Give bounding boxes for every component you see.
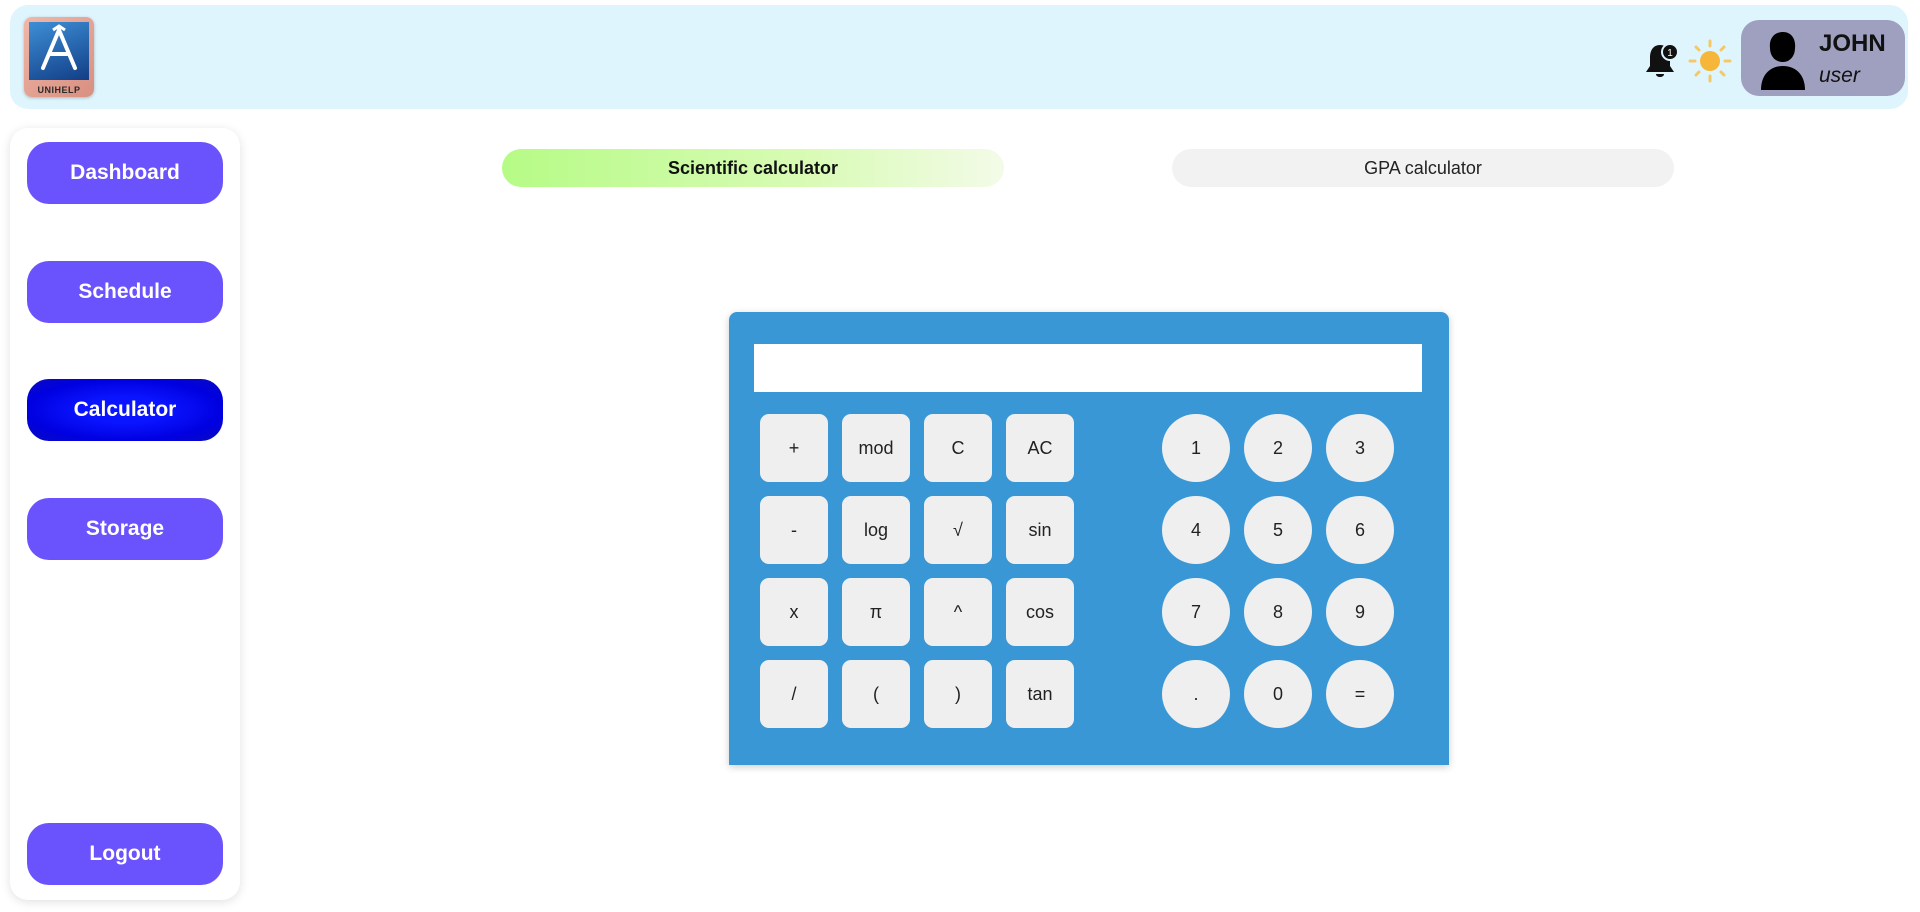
key-all-clear[interactable]: AC (1006, 414, 1074, 482)
key-close-paren[interactable]: ) (924, 660, 992, 728)
key-sqrt[interactable]: √ (924, 496, 992, 564)
key-tan[interactable]: tan (1006, 660, 1074, 728)
scientific-calculator: + mod C AC - log √ sin x π ^ cos / ( ) t… (729, 312, 1449, 765)
key-open-paren[interactable]: ( (842, 660, 910, 728)
tab-scientific-calculator[interactable]: Scientific calculator (502, 149, 1004, 187)
logo-emblem (29, 22, 89, 80)
key-log[interactable]: log (842, 496, 910, 564)
key-power[interactable]: ^ (924, 578, 992, 646)
key-8[interactable]: 8 (1244, 578, 1312, 646)
key-plus[interactable]: + (760, 414, 828, 482)
key-clear[interactable]: C (924, 414, 992, 482)
sidebar-item-calculator[interactable]: Calculator (27, 379, 223, 441)
key-pi[interactable]: π (842, 578, 910, 646)
key-6[interactable]: 6 (1326, 496, 1394, 564)
user-profile-card[interactable]: JOHN user (1741, 20, 1905, 96)
sidebar: Dashboard Schedule Calculator Storage Lo… (10, 128, 240, 900)
notification-count: 1 (1667, 48, 1673, 59)
logout-button[interactable]: Logout (27, 823, 223, 885)
sidebar-item-storage[interactable]: Storage (27, 498, 223, 560)
key-2[interactable]: 2 (1244, 414, 1312, 482)
tab-gpa-calculator[interactable]: GPA calculator (1172, 149, 1674, 187)
key-0[interactable]: 0 (1244, 660, 1312, 728)
sidebar-item-dashboard[interactable]: Dashboard (27, 142, 223, 204)
key-7[interactable]: 7 (1162, 578, 1230, 646)
key-cos[interactable]: cos (1006, 578, 1074, 646)
avatar-silhouette-icon (1757, 28, 1809, 90)
app-logo[interactable]: UNIHELP (24, 17, 94, 97)
key-minus[interactable]: - (760, 496, 828, 564)
key-multiply[interactable]: x (760, 578, 828, 646)
calculator-display[interactable] (754, 344, 1422, 392)
logo-text: UNIHELP (37, 85, 81, 95)
sidebar-item-schedule[interactable]: Schedule (27, 261, 223, 323)
notification-bell-icon[interactable]: 1 (1644, 41, 1680, 81)
user-name: JOHN (1819, 30, 1886, 57)
key-9[interactable]: 9 (1326, 578, 1394, 646)
key-4[interactable]: 4 (1162, 496, 1230, 564)
user-role: user (1819, 64, 1860, 87)
top-header: UNIHELP 1 JOHN user (10, 5, 1908, 109)
key-1[interactable]: 1 (1162, 414, 1230, 482)
key-3[interactable]: 3 (1326, 414, 1394, 482)
theme-toggle-sun-icon[interactable] (1688, 39, 1732, 83)
key-mod[interactable]: mod (842, 414, 910, 482)
key-equals[interactable]: = (1326, 660, 1394, 728)
key-5[interactable]: 5 (1244, 496, 1312, 564)
key-sin[interactable]: sin (1006, 496, 1074, 564)
key-decimal[interactable]: . (1162, 660, 1230, 728)
key-divide[interactable]: / (760, 660, 828, 728)
